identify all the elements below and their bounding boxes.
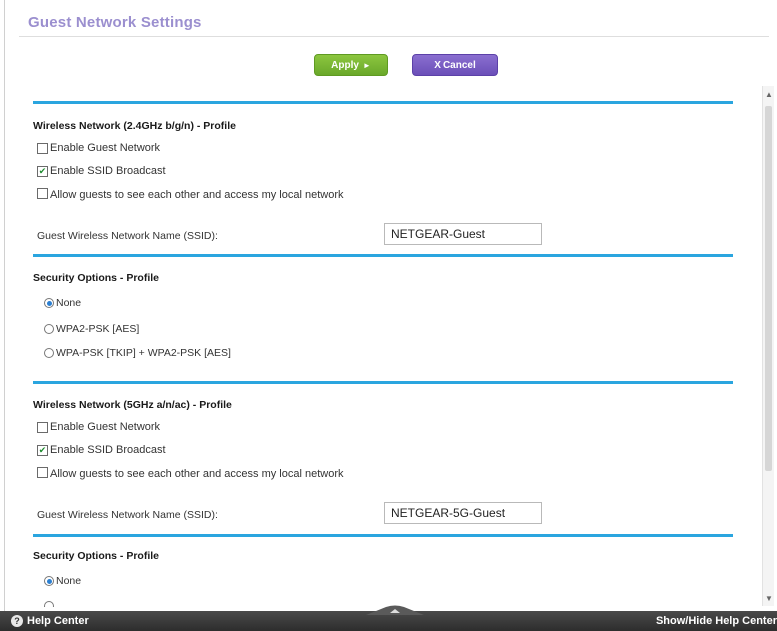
radio-dot[interactable] [44,576,54,586]
section-title-5ghz: Wireless Network (5GHz a/n/ac) - Profile [33,399,232,411]
help-center-link[interactable]: ? Help Center [11,615,89,627]
section-divider [33,381,733,384]
section-divider [33,254,733,257]
ssid-label-24: Guest Wireless Network Name (SSID): [37,230,218,242]
settings-content: Wireless Network (2.4GHz b/g/n) - Profil… [0,80,760,607]
checkmark-icon: ✔ [38,444,47,455]
radio-dot[interactable] [44,298,54,308]
security-24-wpa2-radio[interactable]: WPA2-PSK [AES] [44,323,139,335]
security-title-24: Security Options - Profile [33,272,160,284]
title-divider [19,36,769,37]
enable-guest-network-5-checkbox[interactable]: Enable Guest Network [37,421,160,433]
scroll-up-arrow-icon[interactable]: ▲ [764,90,774,100]
radio-label: WPA-PSK [TKIP] + WPA2-PSK [AES] [56,347,231,359]
ssid-label-5: Guest Wireless Network Name (SSID): [37,509,218,521]
radio-dot[interactable] [44,348,54,358]
security-24-none-radio[interactable]: None [44,297,81,309]
radio-label: WPA2-PSK [AES] [56,323,140,335]
apply-label: Apply [331,59,359,71]
security-24-mixed-radio[interactable]: WPA-PSK [TKIP] + WPA2-PSK [AES] [44,347,231,359]
play-arrow-icon: ► [362,60,371,70]
checkbox-box[interactable]: ✔ [37,444,48,456]
ssid-input-24[interactable] [384,223,542,245]
help-center-label: Help Center [27,615,89,627]
security-title-5: Security Options - Profile [33,550,160,562]
checkbox-box[interactable] [37,188,48,199]
help-center-bar: ? Help Center Show/Hide Help Center [0,605,777,631]
checkbox-label: Allow guests to see each other and acces… [50,468,344,480]
scroll-down-arrow-icon[interactable]: ▼ [764,594,774,604]
section-divider [33,101,733,104]
checkbox-box[interactable] [37,421,48,433]
ssid-broadcast-24-checkbox[interactable]: ✔ Enable SSID Broadcast [37,165,166,177]
security-5-none-radio[interactable]: None [44,575,81,587]
checkmark-icon: ✔ [38,165,47,176]
checkbox-box[interactable] [37,142,48,154]
cancel-label: Cancel [442,59,476,71]
checkbox-label: Enable SSID Broadcast [50,444,166,456]
question-circle-icon: ? [11,615,23,627]
security-5-next-radio[interactable] [44,601,56,607]
section-divider [33,534,733,537]
ssid-input-5[interactable] [384,502,542,524]
show-hide-help-center-link[interactable]: Show/Hide Help Center [656,615,777,627]
checkbox-box[interactable]: ✔ [37,165,48,177]
expand-tab-icon[interactable] [366,605,424,615]
allow-guests-24-checkbox[interactable]: Allow guests to see each other and acces… [37,188,377,202]
checkbox-label: Enable Guest Network [50,421,161,433]
enable-guest-network-24-checkbox[interactable]: Enable Guest Network [37,142,160,154]
radio-dot[interactable] [44,601,54,607]
radio-label: None [56,575,82,587]
checkbox-label: Enable SSID Broadcast [50,165,166,177]
checkbox-box[interactable] [37,467,48,478]
apply-button[interactable]: Apply ► [314,54,388,76]
close-icon: X [434,59,441,71]
scrollbar-thumb[interactable] [765,106,772,471]
radio-dot[interactable] [44,324,54,334]
radio-label: None [56,297,82,309]
cancel-button[interactable]: X Cancel [412,54,498,76]
ssid-broadcast-5-checkbox[interactable]: ✔ Enable SSID Broadcast [37,444,166,456]
allow-guests-5-checkbox[interactable]: Allow guests to see each other and acces… [37,467,377,481]
section-title-24ghz: Wireless Network (2.4GHz b/g/n) - Profil… [33,120,236,132]
page-title: Guest Network Settings [28,14,202,31]
vertical-scrollbar[interactable]: ▲ ▼ [762,86,774,606]
checkbox-label: Enable Guest Network [50,142,161,154]
checkbox-label: Allow guests to see each other and acces… [50,189,344,201]
